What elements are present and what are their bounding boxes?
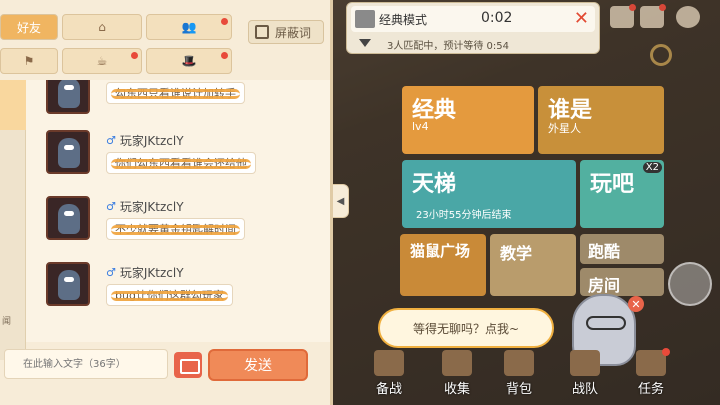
mode-tile-teach[interactable]: 教学 (490, 234, 576, 296)
message-list[interactable]: 勾东西只看谁说计加转手 ♂ 玩家JKtzclY 你们勾东西看看谁会还给他 ♂ 玩家J… (26, 80, 330, 342)
tile-title: 跑酷 (588, 242, 621, 261)
message-bubble: 不少就要黄金钥匙解时间 (106, 218, 245, 240)
mode-tile-parkour[interactable]: 跑酷 (580, 234, 664, 264)
nav-tasks[interactable]: 任务 (626, 348, 676, 402)
nav-backpack[interactable]: 背包 (494, 350, 544, 402)
male-icon: ♂ (106, 200, 116, 213)
username-text: 玩家JKtzclY (119, 200, 184, 214)
matchmaking-header: 经典模式 0:02 ✕ (351, 6, 595, 32)
tile-sub: 外星人 (548, 122, 581, 135)
settings-icon[interactable] (676, 6, 700, 28)
chat-input-row: 发送 (0, 343, 330, 385)
collection-icon (442, 350, 472, 376)
nav-label: 战队 (571, 382, 598, 397)
tab-friends[interactable]: 好友 (0, 14, 58, 40)
sidebar-label: 闻 (2, 317, 12, 327)
tab-label: 好友 (16, 20, 41, 35)
list-item: ♂ 玩家JKtzclY 你们勾东西看看谁会还给他 (46, 130, 316, 192)
mode-tile-alien[interactable]: 谁是 外星人 (538, 86, 664, 154)
avatar[interactable] (46, 262, 90, 306)
mode-tile-ladder[interactable]: 天梯 23小时55分钟后结束 (402, 160, 576, 228)
username: ♂ 玩家JKtzclY (106, 264, 184, 281)
block-label: 屏蔽词 (275, 25, 312, 40)
house-icon[interactable]: ⌂ (62, 14, 142, 40)
expand-toggle-icon[interactable] (359, 39, 371, 47)
chat-tabs: 好友 ⌂ 👥 ⚑ ☕ 🎩 (0, 14, 240, 78)
avatar[interactable] (46, 130, 90, 174)
chat-input[interactable] (4, 349, 168, 379)
send-button[interactable]: 发送 (208, 349, 308, 381)
collapse-chat-icon[interactable]: ◀ (333, 184, 349, 218)
tile-title: 教学 (500, 244, 533, 263)
tile-sub: 23小时55分钟后结束 (416, 210, 512, 221)
message-bubble: 你们勾东西看看谁会还给他 (106, 152, 256, 174)
male-icon: ♂ (106, 134, 116, 147)
nav-label: 收集 (443, 382, 470, 397)
message-bubble: 勾东西只看谁说计加转手 (106, 82, 245, 104)
nav-label: 备战 (375, 382, 402, 397)
tile-title: 房间 (588, 276, 621, 295)
hat-icon[interactable]: 🎩 (146, 48, 232, 74)
glasses-icon (586, 316, 626, 330)
mode-tile-plaza[interactable]: 猫鼠广场 (400, 234, 486, 296)
tile-title: 天梯 (412, 172, 457, 197)
group-icon[interactable]: 👥 (146, 14, 232, 40)
avatar[interactable] (46, 80, 90, 114)
list-item: ♂ 玩家JKtzclY 不少就要黄金钥匙解时间 (46, 196, 316, 258)
mode-tile-classic[interactable]: 经典 lv4 (402, 86, 534, 154)
tile-sub: lv4 (412, 120, 429, 133)
male-icon: ♂ (106, 266, 116, 279)
backpack-icon (504, 350, 534, 376)
nav-label: 任务 (637, 382, 664, 397)
flag-icon[interactable]: ⚑ (0, 48, 58, 74)
mode-tile-room[interactable]: 房间 (580, 268, 664, 296)
list-item: 勾东西只看谁说计加转手 (46, 80, 316, 132)
match-timer: 0:02 (481, 10, 513, 26)
chat-panel: 好友 ⌂ 👥 ⚑ ☕ 🎩 屏蔽词 闻 勾东西只看谁说计加转手 ♂ 玩家JKtzcl… (0, 0, 333, 405)
medal-icon[interactable] (650, 44, 672, 66)
bag-icon[interactable] (610, 4, 636, 28)
tile-title: 猫鼠广场 (410, 242, 471, 260)
match-mode: 经典模式 (379, 13, 428, 27)
chat-sidebar: 闻 (0, 80, 26, 360)
username-text: 玩家JKtzclY (119, 134, 184, 148)
teapot-icon[interactable]: ☕ (62, 48, 142, 74)
nav-label: 背包 (505, 382, 532, 397)
bored-tooltip[interactable]: 等得无聊吗？点我~ (378, 308, 554, 348)
cancel-match-icon[interactable]: ✕ (574, 8, 589, 29)
mode-tile-play[interactable]: 玩吧 X2 (580, 160, 664, 228)
prepare-icon (374, 350, 404, 376)
block-words-button[interactable]: 屏蔽词 (248, 20, 324, 44)
nav-prepare[interactable]: 备战 (364, 350, 414, 402)
mode-icon (355, 10, 375, 28)
message-bubble: bug让你们这群勾玩家 (106, 284, 233, 306)
nav-collect[interactable]: 收集 (432, 350, 482, 402)
list-item: ♂ 玩家JKtzclY bug让你们这群勾玩家 (46, 262, 316, 324)
username: ♂ 玩家JKtzclY (106, 198, 184, 215)
double-reward-badge: X2 (642, 162, 662, 173)
team-icon (570, 350, 600, 376)
avatar[interactable] (46, 196, 90, 240)
matchmaking-bar: 经典模式 0:02 ✕ 3人匹配中，预计等待 0:54 (346, 2, 600, 54)
joystick-button[interactable] (668, 262, 712, 306)
sidebar-item-selected[interactable] (0, 80, 26, 130)
tile-title: 玩吧 (590, 172, 635, 197)
username: ♂ 玩家JKtzclY (106, 132, 184, 149)
block-list-icon (255, 25, 269, 39)
mail-icon[interactable] (640, 4, 666, 28)
close-icon[interactable]: ✕ (628, 296, 644, 312)
username-text: 玩家JKtzclY (119, 266, 184, 280)
match-status: 3人匹配中，预计等待 0:54 (387, 41, 509, 52)
emoji-button[interactable] (174, 352, 202, 378)
nav-team[interactable]: 战队 (560, 350, 610, 402)
